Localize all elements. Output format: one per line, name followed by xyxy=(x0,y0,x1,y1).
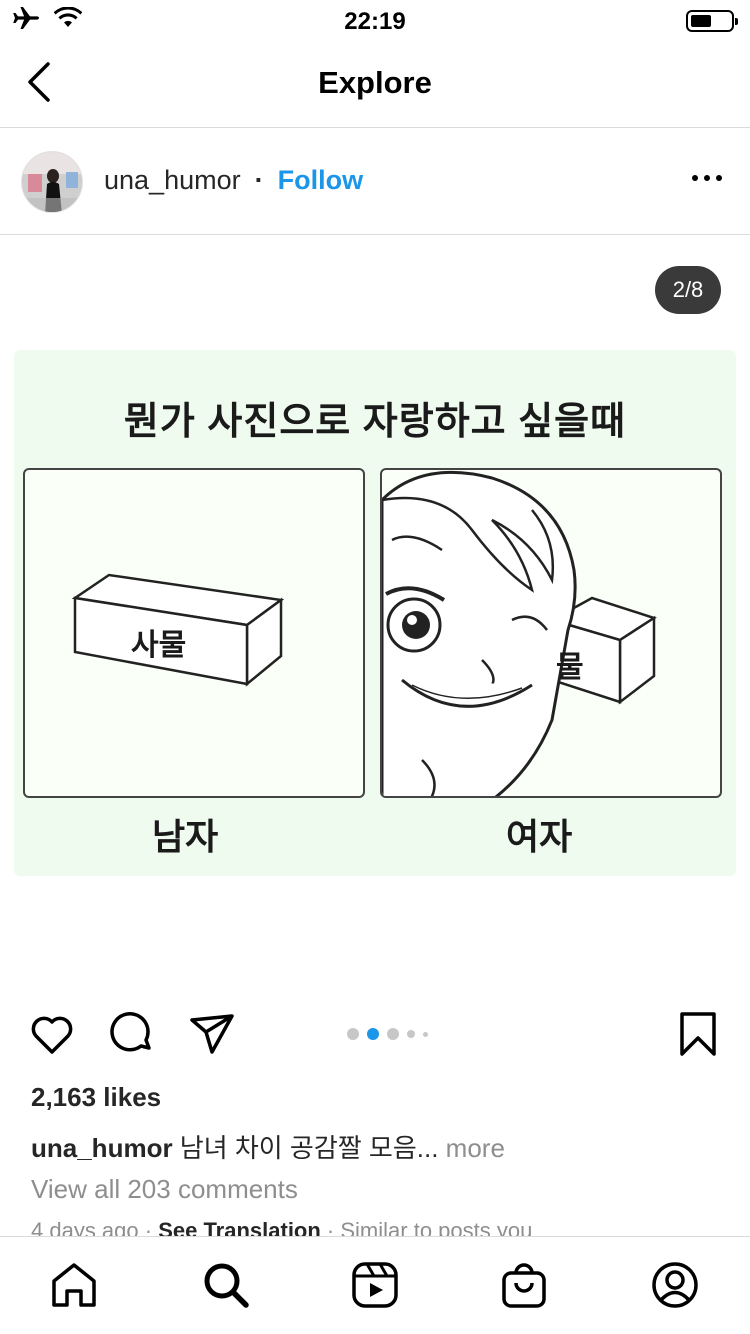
share-button[interactable] xyxy=(188,1010,236,1058)
post-caption: una_humor 남녀 차이 공감짤 모음... more xyxy=(31,1128,505,1165)
comment-icon xyxy=(110,1012,151,1052)
send-icon xyxy=(190,1014,234,1054)
post-user-line: una_humor · Follow xyxy=(104,165,363,196)
post-username[interactable]: una_humor xyxy=(104,165,241,196)
heart-icon xyxy=(31,1016,73,1054)
comic-caption-left: 남자 xyxy=(152,816,219,857)
carousel-dot xyxy=(387,1028,399,1040)
shop-icon xyxy=(502,1263,546,1308)
nav-header: Explore xyxy=(0,40,750,128)
save-button[interactable] xyxy=(674,1010,722,1058)
more-options-icon[interactable] xyxy=(692,175,722,181)
carousel-indicator xyxy=(347,1028,428,1040)
carousel-dot xyxy=(367,1028,379,1040)
like-button[interactable] xyxy=(28,1010,76,1058)
similar-posts-text: · Similar to posts you xyxy=(320,1218,533,1236)
tab-home[interactable] xyxy=(48,1259,100,1311)
post-age: 4 days ago · xyxy=(31,1218,159,1236)
post-header: una_humor · Follow xyxy=(0,129,750,235)
view-comments-link[interactable]: View all 203 comments xyxy=(31,1174,298,1205)
comic-caption-right: 여자 xyxy=(506,816,573,857)
separator-dot: · xyxy=(254,165,264,195)
post-meta: 4 days ago · See Translation · Similar t… xyxy=(31,1218,532,1236)
comic-panel-left: 사물 xyxy=(23,468,365,798)
tab-shop[interactable] xyxy=(498,1259,550,1311)
battery-icon xyxy=(686,10,738,32)
post-actions xyxy=(0,1000,750,1070)
likes-count[interactable]: 2,163 likes xyxy=(31,1082,161,1113)
carousel-dot xyxy=(423,1031,428,1037)
comment-button[interactable] xyxy=(108,1010,156,1058)
comic-panel-right: 물 xyxy=(380,468,722,798)
caption-text: 남녀 차이 공감짤 모음... xyxy=(172,1133,439,1163)
bookmark-icon xyxy=(680,1012,716,1056)
box-label-partial: 물 xyxy=(556,651,584,684)
carousel-dot xyxy=(347,1028,359,1040)
profile-icon xyxy=(652,1262,698,1308)
avatar-photo xyxy=(22,152,82,212)
carousel-counter: 2/8 xyxy=(655,266,721,314)
box-drawing xyxy=(71,573,285,687)
tab-search[interactable] xyxy=(200,1259,252,1311)
follow-button[interactable]: Follow xyxy=(278,165,363,196)
comic-title: 뭔가 사진으로 자랑하고 싶을때 xyxy=(123,401,627,443)
status-bar: 22:19 xyxy=(0,0,750,40)
status-time: 22:19 xyxy=(344,8,406,35)
box-label: 사물 xyxy=(131,629,187,662)
caption-username[interactable]: una_humor xyxy=(31,1133,173,1163)
see-translation-link[interactable]: See Translation xyxy=(158,1218,321,1236)
girl-face-drawing xyxy=(382,470,657,796)
bottom-tab-bar xyxy=(0,1236,750,1334)
caption-more-link[interactable]: more xyxy=(438,1133,505,1163)
tab-reels[interactable] xyxy=(349,1259,401,1311)
avatar[interactable] xyxy=(21,151,83,213)
tab-profile[interactable] xyxy=(649,1259,701,1311)
carousel-dot xyxy=(407,1030,415,1038)
search-icon xyxy=(204,1263,249,1308)
comic-image: 뭔가 사진으로 자랑하고 싶을때 사물 물 남자 여자 xyxy=(14,350,736,876)
page-title: Explore xyxy=(318,65,432,100)
post-media[interactable]: 2/8 뭔가 사진으로 자랑하고 싶을때 사물 물 남자 여자 xyxy=(0,236,750,996)
home-icon xyxy=(52,1263,96,1307)
reels-icon xyxy=(352,1262,398,1308)
